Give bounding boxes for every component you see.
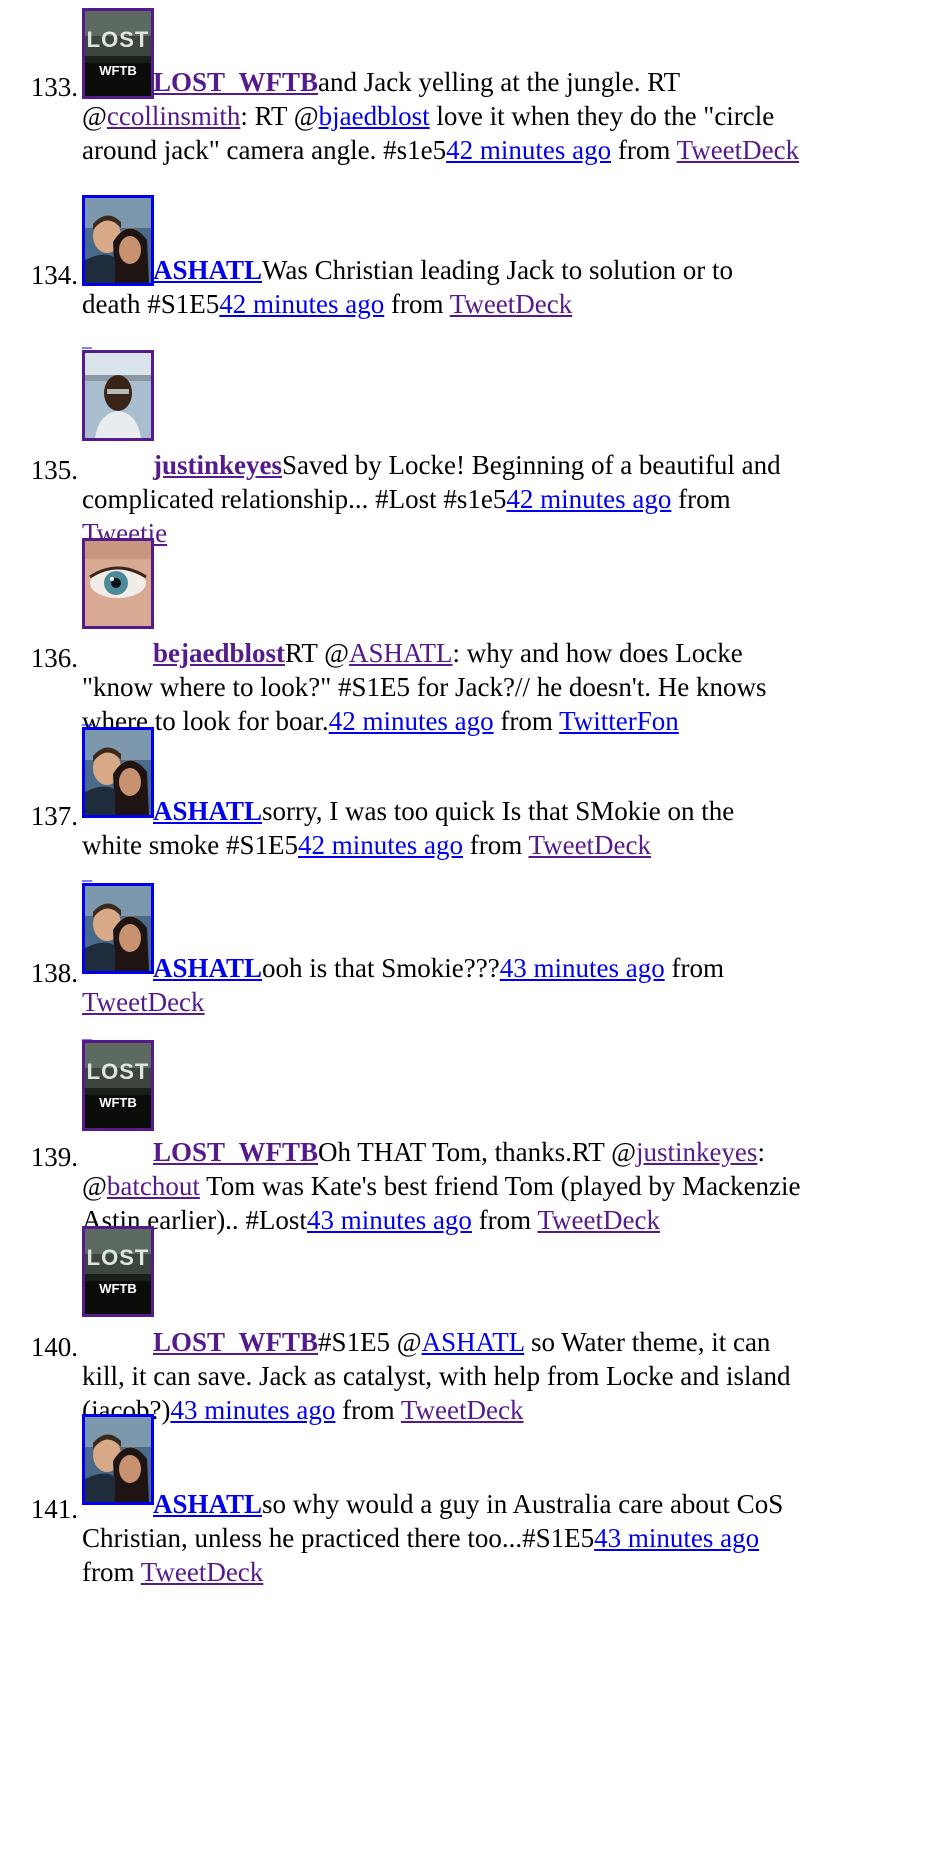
tweet-number: 137. [30,801,78,831]
tweet-text: bejaedblostRT @ASHATL: why and how does … [82,636,922,738]
client-link[interactable]: TwitterFon [559,706,679,736]
client-link[interactable]: TweetDeck [537,1205,660,1235]
tweet-text-segment: Oh THAT Tom, thanks.RT @ [318,1137,636,1167]
client-link[interactable]: TweetDeck [528,830,651,860]
timestamp-link[interactable]: 42 minutes ago [446,135,611,165]
tweet-number: 133. [30,72,78,102]
mention-link[interactable]: ASHATL [422,1327,525,1357]
tweet-text-segment: Christian, unless he practiced there too… [82,1523,595,1553]
avatar-caption: WFTB [99,1095,137,1110]
timestamp-link[interactable]: 43 minutes ago [307,1205,472,1235]
separator-link[interactable]: _ [82,863,92,883]
tweet-text-segment: sorry, I was too quick Is that SMokie on… [262,796,735,826]
tweet-text-segment: so why would a guy in Australia care abo… [262,1489,784,1519]
mention-link[interactable]: ASHATL [349,638,453,668]
username-link[interactable]: LOST_WFTB [153,67,318,97]
username-link[interactable]: ASHATL [153,255,262,285]
tweet-text-segment: from [611,135,677,165]
tweet-number: 141. [30,1494,78,1524]
username-link[interactable]: ASHATL [153,953,262,983]
tweet-text-segment: Saved by Locke! Beginning of a beautiful… [282,450,781,480]
tweet-text-segment: death #S1E5 [82,289,220,319]
tweet-text-segment: from [335,1395,401,1425]
tweet-text-segment: complicated relationship... #Lost #s1e5 [82,484,507,514]
timestamp-link[interactable]: 43 minutes ago [170,1395,335,1425]
tweet-number: 135. [30,455,78,485]
tweet-text: ASHATLso why would a guy in Australia ca… [82,1487,922,1589]
mention-link[interactable]: justinkeyes [636,1137,758,1167]
tweet-text-segment: Was Christian leading Jack to solution o… [262,255,734,285]
tweet-number: 139. [30,1142,78,1172]
tweet-text-segment: from [471,1205,538,1235]
tweet-text-segment: and Jack yelling at the jungle. RT [318,67,681,97]
tweet-text-segment: Tom was Kate's best friend Tom (played b… [199,1171,801,1201]
timestamp-link[interactable]: 43 minutes ago [500,953,665,983]
client-link[interactable]: TweetDeck [82,987,205,1017]
tweet-number: 140. [30,1332,78,1362]
tweet-text-segment: from [664,953,724,983]
tweet-text: ASHATLsorry, I was too quick Is that SMo… [82,794,922,862]
tweet-text-segment: ooh is that Smokie??? [262,953,500,983]
mention-link[interactable]: ccollinsmith [107,101,240,131]
tweet-text-segment: kill, it can save. Jack as catalyst, wit… [82,1361,791,1391]
mention-link[interactable]: batchout [107,1171,200,1201]
timestamp-link[interactable]: 43 minutes ago [594,1523,759,1553]
tweet-text-segment: from [384,289,450,319]
client-link[interactable]: TweetDeck [450,289,573,319]
tweet-number: 136. [30,643,78,673]
user-avatar-bejaedblost[interactable] [82,538,154,629]
client-link[interactable]: TweetDeck [401,1395,524,1425]
username-link[interactable]: justinkeyes [153,450,282,480]
tweet-text-segment: around jack" camera angle. #s1e5 [82,135,447,165]
separator-link[interactable]: _ [82,1022,92,1042]
username-link[interactable]: LOST_WFTB [153,1137,318,1167]
tweet-text-segment: : RT @ [240,101,319,131]
user-avatar-lost-wftb[interactable]: LOST WFTB [82,1226,154,1317]
timestamp-link[interactable]: 42 minutes ago [506,484,671,514]
tweet-text: ASHATLooh is that Smokie???43 minutes ag… [82,951,922,1019]
separator-link[interactable]: _ [82,707,92,727]
tweet-text: ASHATLWas Christian leading Jack to solu… [82,253,922,321]
mention-link[interactable]: bjaedblost [319,101,430,131]
tweet-number: 134. [30,260,78,290]
username-link[interactable]: LOST_WFTB [153,1327,318,1357]
tweet-text-segment: @ [82,101,107,131]
timestamp-link[interactable]: 42 minutes ago [298,830,463,860]
tweet-text-segment: @ [82,1171,107,1201]
user-avatar-justinkeyes[interactable] [82,350,154,441]
avatar-caption: WFTB [99,1281,137,1296]
client-link[interactable]: TweetDeck [677,135,800,165]
tweet-text-segment: from [493,706,560,736]
tweet-text-segment: "know where to look?" #S1E5 for Jack?// … [82,672,767,702]
user-avatar-lost-wftb[interactable]: LOST WFTB [82,1040,154,1131]
tweet-text-segment: #S1E5 @ [318,1327,422,1357]
username-link[interactable]: bejaedblost [153,638,285,668]
timestamp-link[interactable]: 42 minutes ago [219,289,384,319]
tweet-text: LOST_WFTB#S1E5 @ASHATL so Water theme, i… [82,1325,922,1427]
tweet-text-segment: : [757,1137,765,1167]
svg-text:LOST: LOST [87,1245,150,1270]
svg-text:LOST: LOST [87,1059,150,1084]
username-link[interactable]: ASHATL [153,1489,262,1519]
tweet-text: LOST_WFTBand Jack yelling at the jungle.… [82,65,922,167]
tweet-number: 138. [30,958,78,988]
tweet-text-segment: from [82,1557,141,1587]
svg-text:LOST: LOST [87,27,150,52]
tweet-text-segment: white smoke #S1E5 [82,830,298,860]
timestamp-link[interactable]: 42 minutes ago [329,706,494,736]
tweet-text-segment: : why and how does Locke [452,638,743,668]
tweet-text-segment: from [671,484,731,514]
tweet-text-segment: love it when they do the "circle [429,101,775,131]
tweet-text-segment: from [462,830,529,860]
tweet-text: LOST_WFTBOh THAT Tom, thanks.RT @justink… [82,1135,922,1237]
tweet-text-segment: so Water theme, it can [524,1327,771,1357]
separator-link[interactable]: _ [82,330,92,350]
username-link[interactable]: ASHATL [153,796,262,826]
client-link[interactable]: TweetDeck [141,1557,264,1587]
tweet-text-segment: RT @ [285,638,350,668]
tweet-text: justinkeyesSaved by Locke! Beginning of … [82,448,922,550]
